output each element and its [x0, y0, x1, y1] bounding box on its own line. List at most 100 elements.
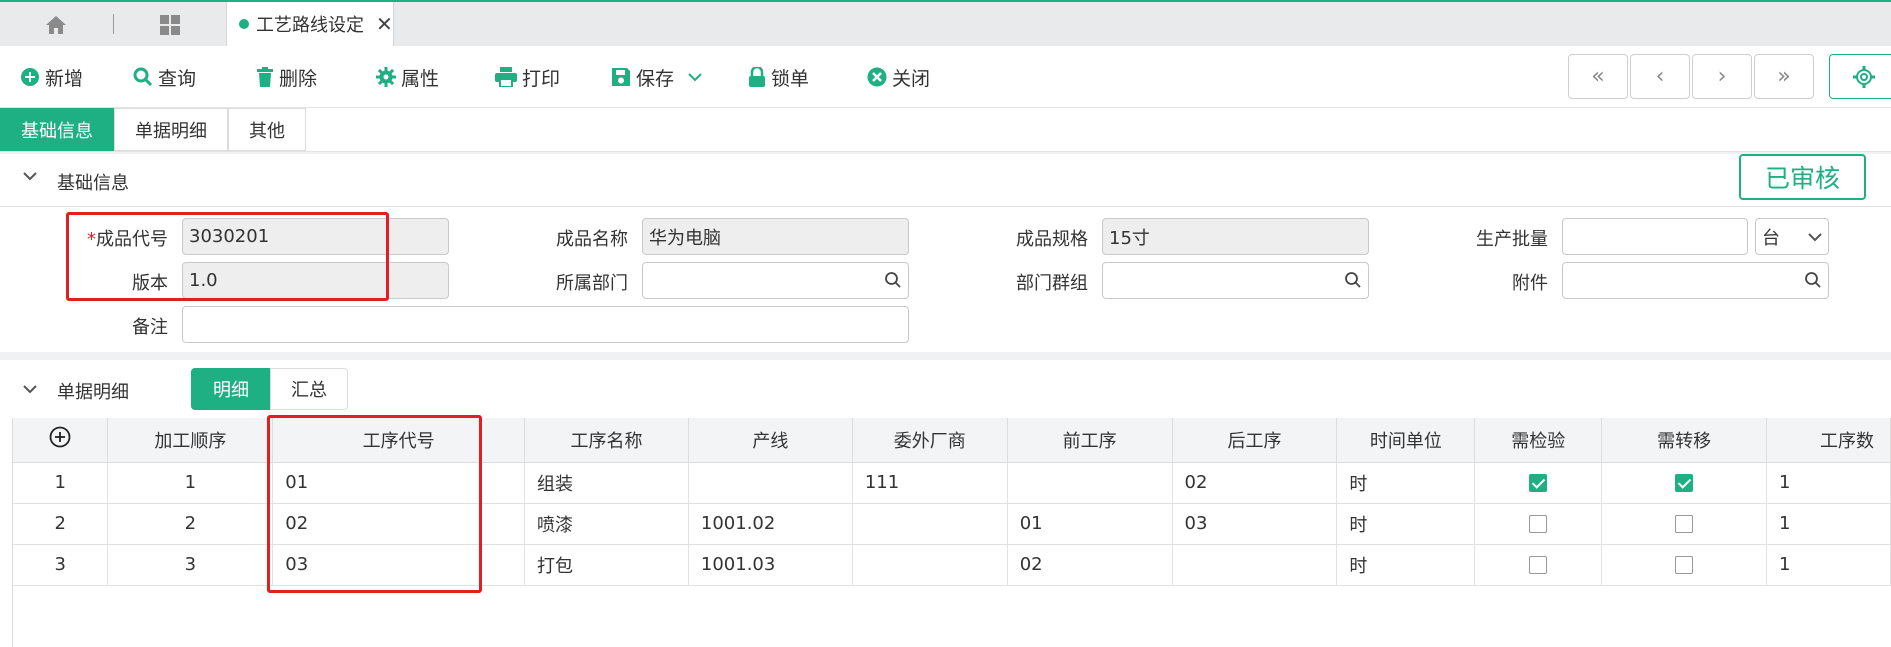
save-button[interactable]: 保存	[611, 62, 707, 92]
print-button[interactable]: 打印	[495, 62, 560, 92]
cell-count[interactable]: 1	[1766, 503, 1891, 545]
prev-record-button[interactable]: ‹	[1630, 54, 1690, 99]
search-icon	[133, 67, 153, 87]
cell-vendor[interactable]: 111	[852, 462, 1008, 504]
inspect-checkbox[interactable]	[1529, 474, 1548, 492]
cell-unit[interactable]: 时	[1336, 462, 1476, 504]
section-tabs: 基础信息 单据明细 其他	[0, 108, 1891, 152]
col-header[interactable]: 前工序	[1007, 418, 1173, 463]
tab-document-detail[interactable]: 单据明细	[114, 108, 228, 151]
batch-field[interactable]	[1562, 218, 1748, 255]
attachment-field[interactable]	[1562, 262, 1829, 299]
lock-button[interactable]: 锁单	[748, 62, 809, 92]
col-header[interactable]: 工序数	[1766, 418, 1891, 463]
cell-name[interactable]: 喷漆	[524, 503, 689, 545]
cell-prev[interactable]	[1007, 462, 1173, 504]
chevron-down-icon[interactable]	[22, 381, 38, 397]
cell-name[interactable]: 打包	[524, 544, 689, 586]
transfer-checkbox[interactable]	[1675, 515, 1694, 533]
col-header[interactable]: 需检验	[1474, 418, 1603, 463]
status-badge: 已审核	[1739, 154, 1866, 200]
tab-basic-info[interactable]: 基础信息	[0, 108, 114, 151]
properties-button[interactable]: 属性	[376, 62, 439, 92]
apps-grid-icon[interactable]	[150, 10, 190, 40]
next-record-button[interactable]: ›	[1692, 54, 1752, 99]
tab-route-setting[interactable]: 工艺路线设定 ✕	[226, 2, 394, 46]
cell-vendor[interactable]	[852, 503, 1008, 545]
delete-label: 删除	[279, 67, 318, 90]
col-header[interactable]: 产线	[688, 418, 853, 463]
new-label: 新增	[45, 67, 84, 90]
cell-seq[interactable]: 1	[107, 462, 274, 504]
product-spec-field[interactable]: 15寸	[1102, 218, 1369, 255]
chevron-down-icon[interactable]	[22, 168, 38, 184]
add-row-button[interactable]	[13, 418, 109, 463]
close-button[interactable]: 关闭	[867, 62, 930, 92]
unit-select[interactable]: 台	[1755, 218, 1829, 255]
search-icon[interactable]	[1344, 271, 1362, 289]
close-circle-icon	[867, 67, 887, 87]
toolbar: 新增 查询 删除 属性 打印 保存 锁单 关闭 « ‹ › »	[0, 46, 1891, 108]
cell-unit[interactable]: 时	[1336, 503, 1476, 545]
cell-next[interactable]: 03	[1172, 503, 1338, 545]
tab-title: 工艺路线设定	[256, 15, 364, 36]
first-record-button[interactable]: «	[1568, 54, 1628, 99]
col-header[interactable]: 工序名称	[524, 418, 689, 463]
cell-next[interactable]	[1172, 544, 1338, 586]
inspect-checkbox[interactable]	[1529, 515, 1548, 533]
product-name-label: 成品名称	[556, 229, 628, 250]
dept-label: 所属部门	[556, 273, 628, 294]
cell-count[interactable]: 1	[1766, 544, 1891, 586]
cell-transfer	[1601, 544, 1767, 586]
col-header[interactable]: 需转移	[1601, 418, 1767, 463]
printer-icon	[495, 67, 517, 87]
chevron-right-icon: ›	[1717, 64, 1727, 89]
tab-summary[interactable]: 汇总	[270, 368, 348, 410]
document-detail-header: 单据明细 明细 汇总	[0, 360, 1891, 418]
plus-circle-icon	[49, 426, 71, 448]
search-icon[interactable]	[1804, 271, 1822, 289]
cell-count[interactable]: 1	[1766, 462, 1891, 504]
remark-label: 备注	[132, 317, 168, 338]
search-icon[interactable]	[884, 271, 902, 289]
dept-group-field[interactable]	[1102, 262, 1369, 299]
save-label: 保存	[636, 67, 675, 90]
batch-label: 生产批量	[1476, 229, 1548, 250]
settings-button[interactable]	[1829, 54, 1891, 99]
cell-unit[interactable]: 时	[1336, 544, 1476, 586]
col-header[interactable]: 委外厂商	[852, 418, 1008, 463]
cell-prev[interactable]: 02	[1007, 544, 1173, 586]
col-header[interactable]: 加工顺序	[107, 418, 274, 463]
remark-field[interactable]	[182, 306, 909, 343]
cell-line[interactable]: 1001.02	[688, 503, 853, 545]
query-label: 查询	[158, 67, 197, 90]
cell-line[interactable]: 1001.03	[688, 544, 853, 586]
tab-other[interactable]: 其他	[228, 108, 306, 151]
transfer-checkbox[interactable]	[1675, 474, 1694, 492]
dept-field[interactable]	[642, 262, 909, 299]
cell-prev[interactable]: 01	[1007, 503, 1173, 545]
cell-seq[interactable]: 3	[107, 544, 274, 586]
last-record-button[interactable]: »	[1754, 54, 1814, 99]
cell-next[interactable]: 02	[1172, 462, 1338, 504]
print-label: 打印	[522, 67, 561, 90]
cell-vendor[interactable]	[852, 544, 1008, 586]
cell-name[interactable]: 组装	[524, 462, 689, 504]
close-icon[interactable]: ✕	[376, 14, 393, 34]
transfer-checkbox[interactable]	[1675, 556, 1694, 574]
new-button[interactable]: 新增	[20, 62, 83, 92]
properties-label: 属性	[401, 67, 440, 90]
plus-circle-icon	[21, 68, 39, 86]
tab-detail[interactable]: 明细	[191, 368, 271, 410]
chevron-down-icon[interactable]	[688, 72, 702, 82]
delete-button[interactable]: 删除	[256, 62, 317, 92]
basic-info-header[interactable]: 基础信息	[0, 154, 1891, 206]
col-header[interactable]: 时间单位	[1336, 418, 1476, 463]
inspect-checkbox[interactable]	[1529, 556, 1548, 574]
product-name-field[interactable]: 华为电脑	[642, 218, 909, 255]
cell-seq[interactable]: 2	[107, 503, 274, 545]
cell-line[interactable]	[688, 462, 853, 504]
col-header[interactable]: 后工序	[1172, 418, 1338, 463]
query-button[interactable]: 查询	[133, 62, 196, 92]
home-icon[interactable]	[36, 10, 76, 40]
